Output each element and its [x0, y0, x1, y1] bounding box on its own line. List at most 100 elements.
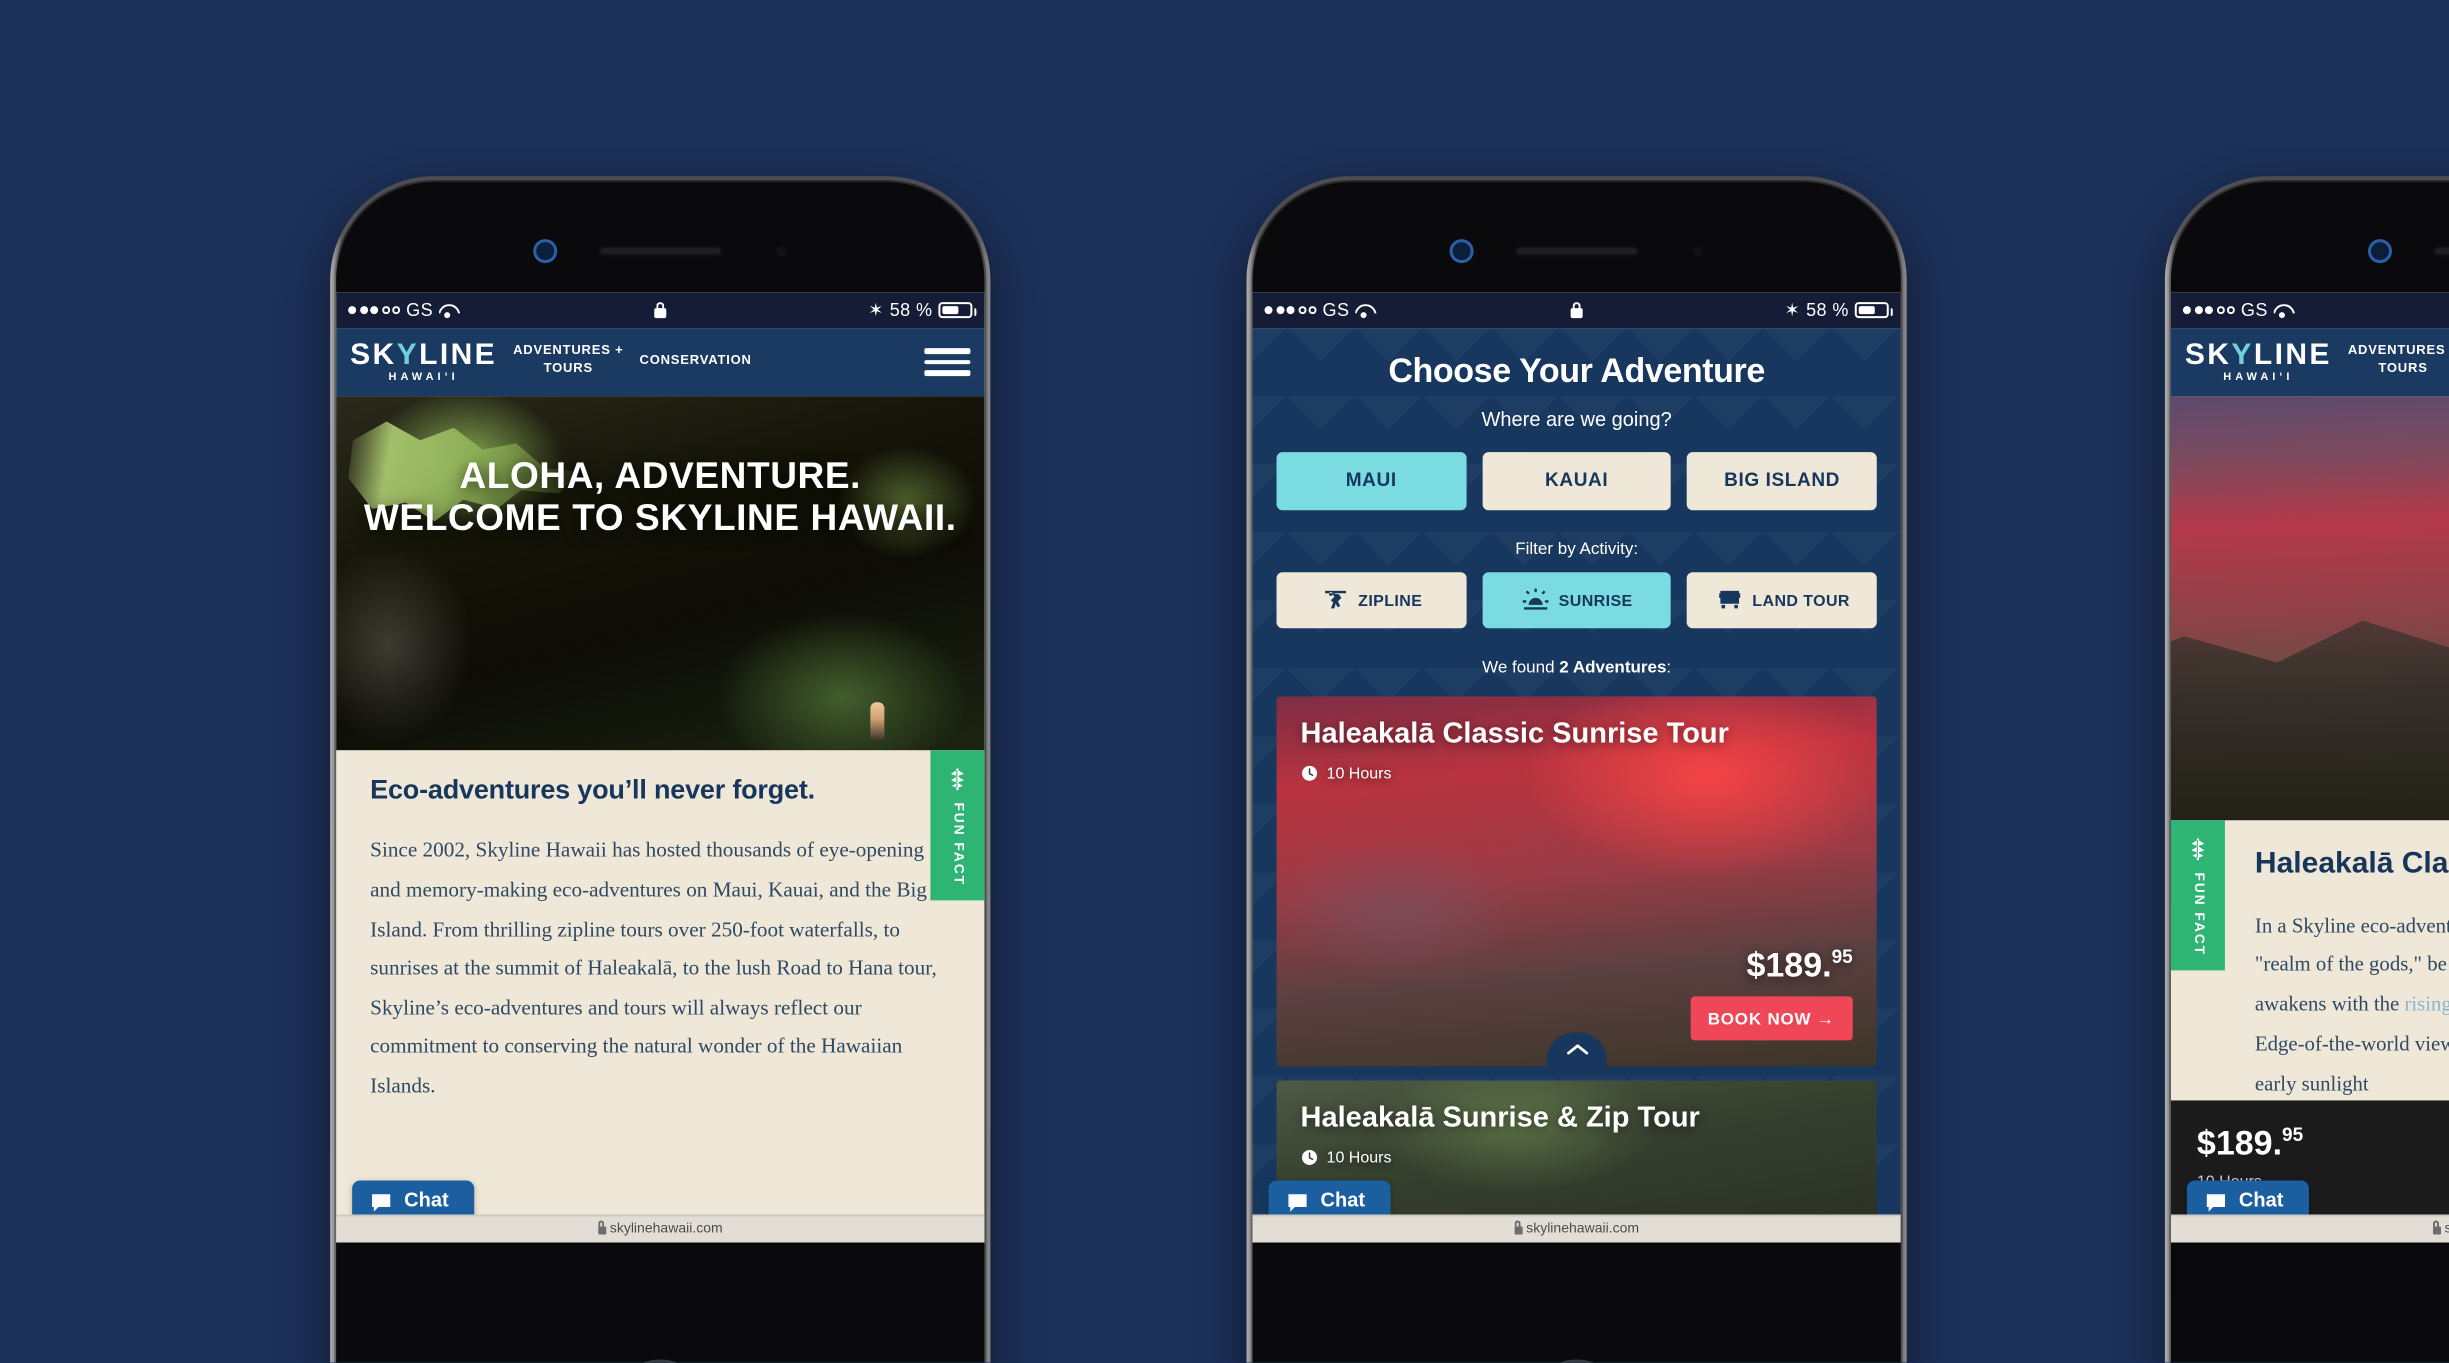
- activity-chip-sunrise[interactable]: SUNRISE: [1481, 572, 1672, 629]
- phone-bezel: GS ✶ 58 % Choose Your Adventure Where ar…: [1252, 182, 1901, 1363]
- status-center: [1570, 301, 1583, 318]
- nav-adventures-tours[interactable]: ADVENTURES + TOURS: [513, 345, 623, 380]
- status-right: ✶ 58 %: [1784, 299, 1893, 321]
- tour-duration: 10 Hours: [1277, 1136, 1877, 1166]
- wifi-icon: [2274, 302, 2292, 319]
- body-paragraph: Since 2002, Skyline Hawaii has hosted th…: [370, 841, 937, 1099]
- clock-icon: [1302, 1149, 1318, 1165]
- chat-label: Chat: [404, 1190, 449, 1213]
- tour-title: Haleakalā Sunrise & Zip Tour: [1300, 1102, 1700, 1135]
- mockup-canvas: GS ✶ 58 % SKYLINE HAWAIʻI ADVENTURES + T…: [0, 0, 2449, 1363]
- hiker-figure: [870, 702, 885, 743]
- rising-sun-link[interactable]: rising sun: [2404, 995, 2449, 1017]
- carrier-label: GS: [1322, 300, 1350, 321]
- phone-bezel: GS ✶ 58 % SKYLINE HAWAIʻI ADVENTURES + T…: [336, 182, 985, 1363]
- island-chip-maui[interactable]: MAUI: [1276, 452, 1466, 511]
- duration-label: 10 Hours: [1326, 764, 1392, 783]
- skyline-logo[interactable]: SKYLINE HAWAIʻI: [350, 340, 497, 384]
- logo-wordmark: SKYLINE: [2184, 338, 2332, 373]
- results-count-label: We found 2 Adventures:: [1482, 656, 1672, 677]
- fun-fact-tab[interactable]: FUN FACT: [930, 750, 985, 901]
- browser-url-bar[interactable]: skylinehawaii.com: [2170, 1214, 2449, 1243]
- status-left: GS: [2182, 300, 2292, 321]
- activity-filter-label: Filter by Activity:: [1515, 538, 1639, 559]
- status-bar: GS ✶ 58 %: [2170, 292, 2449, 329]
- secure-lock-icon: [2432, 1220, 2441, 1234]
- earpiece-speaker: [1514, 246, 1639, 257]
- signal-strength-icon: [2182, 306, 2235, 315]
- activity-chip-land-tour[interactable]: LAND TOUR: [1687, 572, 1877, 629]
- tour-hero-image: [2170, 396, 2449, 821]
- chat-label: Chat: [1320, 1190, 1366, 1213]
- status-bar: GS ✶ 58 %: [336, 292, 985, 329]
- fun-fact-tab[interactable]: FUN FACT: [2170, 820, 2225, 971]
- secure-lock-icon: [1514, 1220, 1523, 1234]
- scroll-up-tab[interactable]: [1546, 1032, 1607, 1067]
- signal-strength-icon: [1264, 306, 1317, 315]
- page-title: Eco-adventures you’ll never forget.: [370, 774, 815, 805]
- island-chip-big-island[interactable]: BIG ISLAND: [1687, 452, 1877, 511]
- hero-image: ALOHA, ADVENTURE. WELCOME TO SKYLINE HAW…: [336, 396, 985, 751]
- fern-icon: [2191, 837, 2205, 860]
- fern-icon: [950, 767, 964, 790]
- screen-booking: GS ✶ 58 % SKYLINE HAWAIʻI: [2170, 292, 2449, 1243]
- tour-price: $189.95: [1746, 946, 1853, 985]
- browser-url-bar[interactable]: skylinehawaii.com: [336, 1214, 985, 1243]
- site-header: SKYLINE HAWAIʻI ADVENTURES + TOURS CONSE…: [336, 328, 985, 397]
- island-chip-kauai[interactable]: KAUAI: [1481, 452, 1672, 511]
- carrier-label: GS: [2240, 300, 2268, 321]
- chat-bubble-icon: [2206, 1193, 2225, 1211]
- status-right: ✶ 58 %: [868, 299, 977, 321]
- earpiece-speaker: [2432, 246, 2449, 257]
- chat-bubble-icon: [372, 1193, 391, 1211]
- wifi-icon: [439, 302, 457, 319]
- wifi-icon: [1355, 302, 1373, 319]
- battery-icon: [938, 302, 977, 319]
- skyline-logo[interactable]: SKYLINE HAWAIʻI: [2185, 340, 2332, 384]
- status-left: GS: [348, 300, 457, 320]
- mountain-ridge: [2170, 609, 2449, 821]
- url-text: skylinehawaii.com: [1526, 1222, 1640, 1237]
- nav-conservation[interactable]: CONSERVATION: [640, 353, 752, 371]
- bluetooth-icon: ✶: [868, 299, 884, 320]
- body-paragraph: In a Skyline eco-adventure in the middle…: [2255, 908, 2449, 1106]
- activity-label: LAND TOUR: [1752, 591, 1850, 610]
- url-text: skylinehawaii.com: [2445, 1222, 2449, 1236]
- activity-chip-row: ZIPLINE SUNRISE LAND TOUR: [1253, 558, 1901, 629]
- earpiece-speaker: [598, 246, 723, 257]
- activity-label: SUNRISE: [1558, 591, 1633, 610]
- status-left: GS: [1264, 300, 1374, 321]
- lock-icon: [654, 301, 667, 318]
- browser-url-bar[interactable]: skylinehawaii.com: [1252, 1214, 1901, 1243]
- secure-lock-icon: [597, 1220, 606, 1234]
- bluetooth-icon: ✶: [1784, 299, 1801, 320]
- logo-subtitle: HAWAIʻI: [2223, 371, 2294, 384]
- logo-subtitle: HAWAIʻI: [388, 371, 459, 384]
- front-camera-icon: [536, 242, 555, 261]
- status-center: [654, 301, 667, 318]
- tour-price: $189.95: [2196, 1124, 2304, 1163]
- battery-percent-label: 58 %: [1806, 300, 1849, 321]
- tour-title: Haleakalā Classic Sunrise Tour: [1300, 718, 1729, 751]
- activity-label: ZIPLINE: [1358, 591, 1423, 610]
- tour-card[interactable]: Haleakalā Classic Sunrise Tour 10 Hours …: [1276, 696, 1877, 1067]
- signal-strength-icon: [348, 306, 400, 315]
- screen-homepage: GS ✶ 58 % SKYLINE HAWAIʻI ADVENTURES + T…: [336, 292, 985, 1243]
- chat-bubble-icon: [1288, 1193, 1307, 1211]
- logo-wordmark: SKYLINE: [350, 338, 498, 373]
- nav-adventures-tours[interactable]: ADVENTURES + TOURS: [2348, 345, 2449, 380]
- sunrise-icon: [1522, 588, 1549, 610]
- filter-subtitle: Where are we going?: [1481, 410, 1672, 433]
- book-now-button[interactable]: BOOK NOW →: [1689, 996, 1853, 1041]
- clock-icon: [1302, 765, 1318, 781]
- battery-percent-label: 58 %: [889, 300, 933, 321]
- status-bar: GS ✶ 58 %: [1252, 292, 1901, 329]
- activity-chip-zipline[interactable]: ZIPLINE: [1276, 572, 1466, 629]
- fun-fact-label: FUN FACT: [950, 801, 965, 886]
- chat-label: Chat: [2238, 1190, 2284, 1213]
- hamburger-icon[interactable]: [924, 348, 971, 376]
- proximity-sensor-icon: [776, 246, 787, 257]
- fun-fact-label: FUN FACT: [2190, 871, 2205, 956]
- tour-filter-panel: Choose Your Adventure Where are we going…: [1252, 328, 1901, 1243]
- chevron-up-icon: [1566, 1044, 1588, 1055]
